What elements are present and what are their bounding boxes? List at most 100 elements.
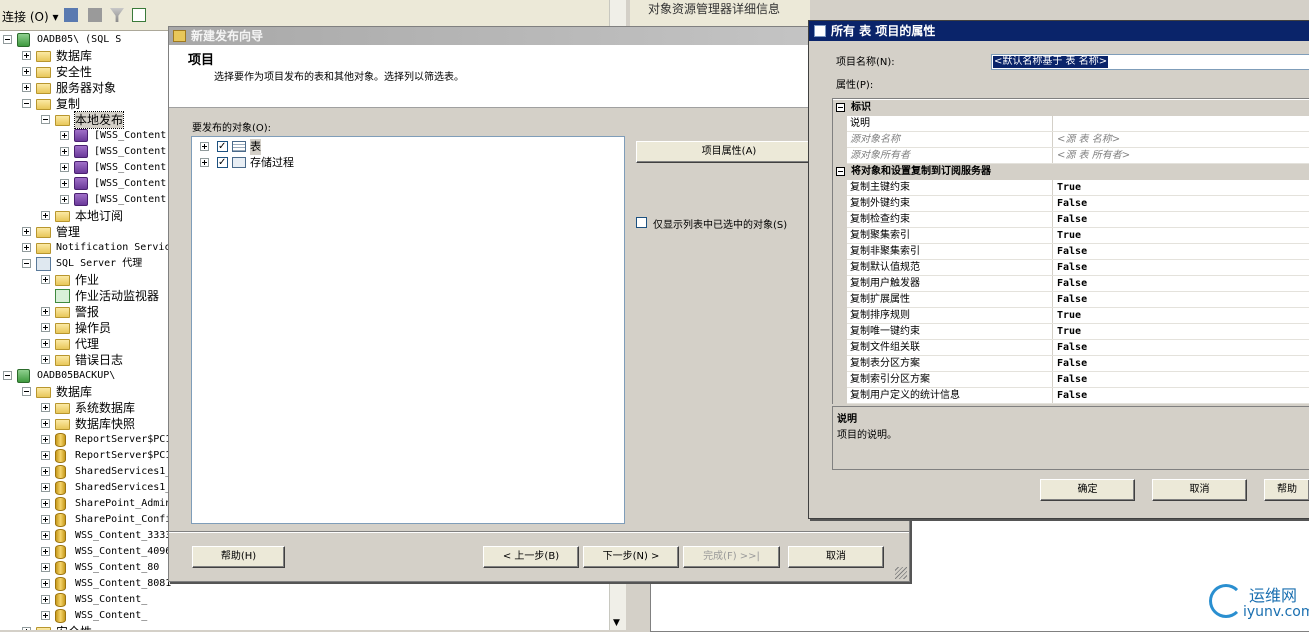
checkbox-stored-procedures[interactable] [217, 155, 228, 171]
stop-icon[interactable] [88, 8, 102, 22]
property-grid[interactable]: 标识 说明 源对象名称 <源 表 名称> 源对象所有者 <源 表 所有者> 将对象和设置复制… [832, 98, 1309, 404]
object-item-stored-procedures[interactable]: 存储过程 [192, 155, 392, 171]
collapse-icon[interactable] [22, 387, 31, 396]
expand-icon[interactable] [200, 158, 209, 167]
property-row[interactable]: 复制聚集索引 True [833, 228, 1309, 244]
property-value[interactable]: False [1057, 292, 1087, 307]
tree-item[interactable]: 安全性 [0, 624, 609, 630]
refresh-icon[interactable] [132, 8, 146, 22]
expand-icon[interactable] [41, 403, 50, 412]
tree-item[interactable]: WSS_Content_ [0, 592, 609, 608]
expand-icon[interactable] [41, 579, 50, 588]
expand-icon[interactable] [41, 547, 50, 556]
ok-button[interactable]: 确定 [1040, 479, 1135, 501]
property-value[interactable]: True [1057, 180, 1081, 195]
expand-icon[interactable] [41, 355, 50, 364]
article-properties-button[interactable]: 项目属性(A) [636, 141, 822, 163]
expand-icon[interactable] [41, 595, 50, 604]
expand-icon[interactable] [60, 163, 69, 172]
expand-icon[interactable] [41, 531, 50, 540]
expand-icon[interactable] [41, 563, 50, 572]
collapse-icon[interactable] [22, 99, 31, 108]
expand-icon[interactable] [41, 419, 50, 428]
objects-tree[interactable]: 表 存储过程 [191, 136, 625, 524]
property-value[interactable]: <源 表 所有者> [1057, 148, 1130, 163]
property-value[interactable]: False [1057, 356, 1087, 371]
collapse-icon[interactable] [22, 259, 31, 268]
object-item-tables[interactable]: 表 [192, 139, 392, 155]
property-row[interactable]: 复制外键约束 False [833, 196, 1309, 212]
resize-grip-icon[interactable] [895, 567, 907, 579]
expand-icon[interactable] [200, 142, 209, 151]
property-row[interactable]: 复制检查约束 False [833, 212, 1309, 228]
property-value[interactable]: True [1057, 324, 1081, 339]
expand-icon[interactable] [60, 179, 69, 188]
expand-icon[interactable] [22, 243, 31, 252]
property-value[interactable]: False [1057, 340, 1087, 355]
checkbox-tables[interactable] [217, 139, 228, 155]
property-value[interactable]: False [1057, 244, 1087, 259]
expand-icon[interactable] [22, 51, 31, 60]
property-value[interactable]: False [1057, 196, 1087, 211]
finish-button[interactable]: 完成(F) >>| [683, 546, 780, 568]
property-row[interactable]: 复制文件组关联 False [833, 340, 1309, 356]
property-row[interactable]: 源对象所有者 <源 表 所有者> [833, 148, 1309, 164]
property-row[interactable]: 源对象名称 <源 表 名称> [833, 132, 1309, 148]
property-row[interactable]: 复制非聚集索引 False [833, 244, 1309, 260]
collapse-icon[interactable] [3, 35, 12, 44]
property-category[interactable]: 将对象和设置复制到订阅服务器 [833, 164, 1309, 180]
property-row[interactable]: 复制唯一键约束 True [833, 324, 1309, 340]
property-row[interactable]: 复制用户定义的统计信息 False [833, 388, 1309, 404]
show-only-checked-checkbox[interactable] [636, 217, 647, 228]
property-value[interactable]: <源 表 名称> [1057, 132, 1120, 147]
property-row[interactable]: 说明 [833, 116, 1309, 132]
tree-item[interactable]: WSS_Content_ [0, 608, 609, 624]
collapse-icon[interactable] [836, 103, 845, 112]
expand-icon[interactable] [41, 451, 50, 460]
expand-icon[interactable] [41, 435, 50, 444]
expand-icon[interactable] [41, 611, 50, 620]
expand-icon[interactable] [41, 323, 50, 332]
props-cancel-button[interactable]: 取消 [1152, 479, 1247, 501]
props-help-button[interactable]: 帮助 [1264, 479, 1309, 501]
expand-icon[interactable] [41, 275, 50, 284]
next-button[interactable]: 下一步(N) > [583, 546, 679, 568]
property-row[interactable]: 复制用户触发器 False [833, 276, 1309, 292]
property-row[interactable]: 复制排序规则 True [833, 308, 1309, 324]
property-value[interactable]: False [1057, 372, 1087, 387]
expand-icon[interactable] [41, 307, 50, 316]
expand-icon[interactable] [41, 515, 50, 524]
expand-icon[interactable] [60, 131, 69, 140]
back-button[interactable]: < 上一步(B) [483, 546, 579, 568]
property-value[interactable]: False [1057, 212, 1087, 227]
property-value[interactable]: True [1057, 228, 1081, 243]
property-row[interactable]: 复制扩展属性 False [833, 292, 1309, 308]
expand-icon[interactable] [22, 227, 31, 236]
property-value[interactable]: False [1057, 388, 1087, 403]
property-value[interactable]: False [1057, 260, 1087, 275]
cancel-button[interactable]: 取消 [788, 546, 884, 568]
property-row[interactable]: 复制表分区方案 False [833, 356, 1309, 372]
article-name-input[interactable]: <默认名称基于 表 名称> [991, 54, 1309, 70]
property-row[interactable]: 复制主键约束 True [833, 180, 1309, 196]
expand-icon[interactable] [41, 211, 50, 220]
property-value[interactable]: False [1057, 276, 1087, 291]
collapse-icon[interactable] [3, 371, 12, 380]
property-value[interactable]: True [1057, 308, 1081, 323]
expand-icon[interactable] [41, 483, 50, 492]
scroll-down-icon[interactable]: ▼ [613, 618, 620, 628]
disconnect-icon[interactable] [64, 8, 78, 22]
expand-icon[interactable] [22, 67, 31, 76]
expand-icon[interactable] [22, 83, 31, 92]
property-category[interactable]: 标识 [833, 100, 1309, 116]
filter-icon[interactable] [110, 8, 124, 22]
property-row[interactable]: 复制索引分区方案 False [833, 372, 1309, 388]
expand-icon[interactable] [60, 147, 69, 156]
expand-icon[interactable] [41, 339, 50, 348]
connect-button[interactable]: 连接 (O) ▾ [2, 8, 58, 25]
expand-icon[interactable] [41, 467, 50, 476]
help-button[interactable]: 帮助(H) [192, 546, 285, 568]
collapse-icon[interactable] [41, 115, 50, 124]
expand-icon[interactable] [41, 499, 50, 508]
property-row[interactable]: 复制默认值规范 False [833, 260, 1309, 276]
